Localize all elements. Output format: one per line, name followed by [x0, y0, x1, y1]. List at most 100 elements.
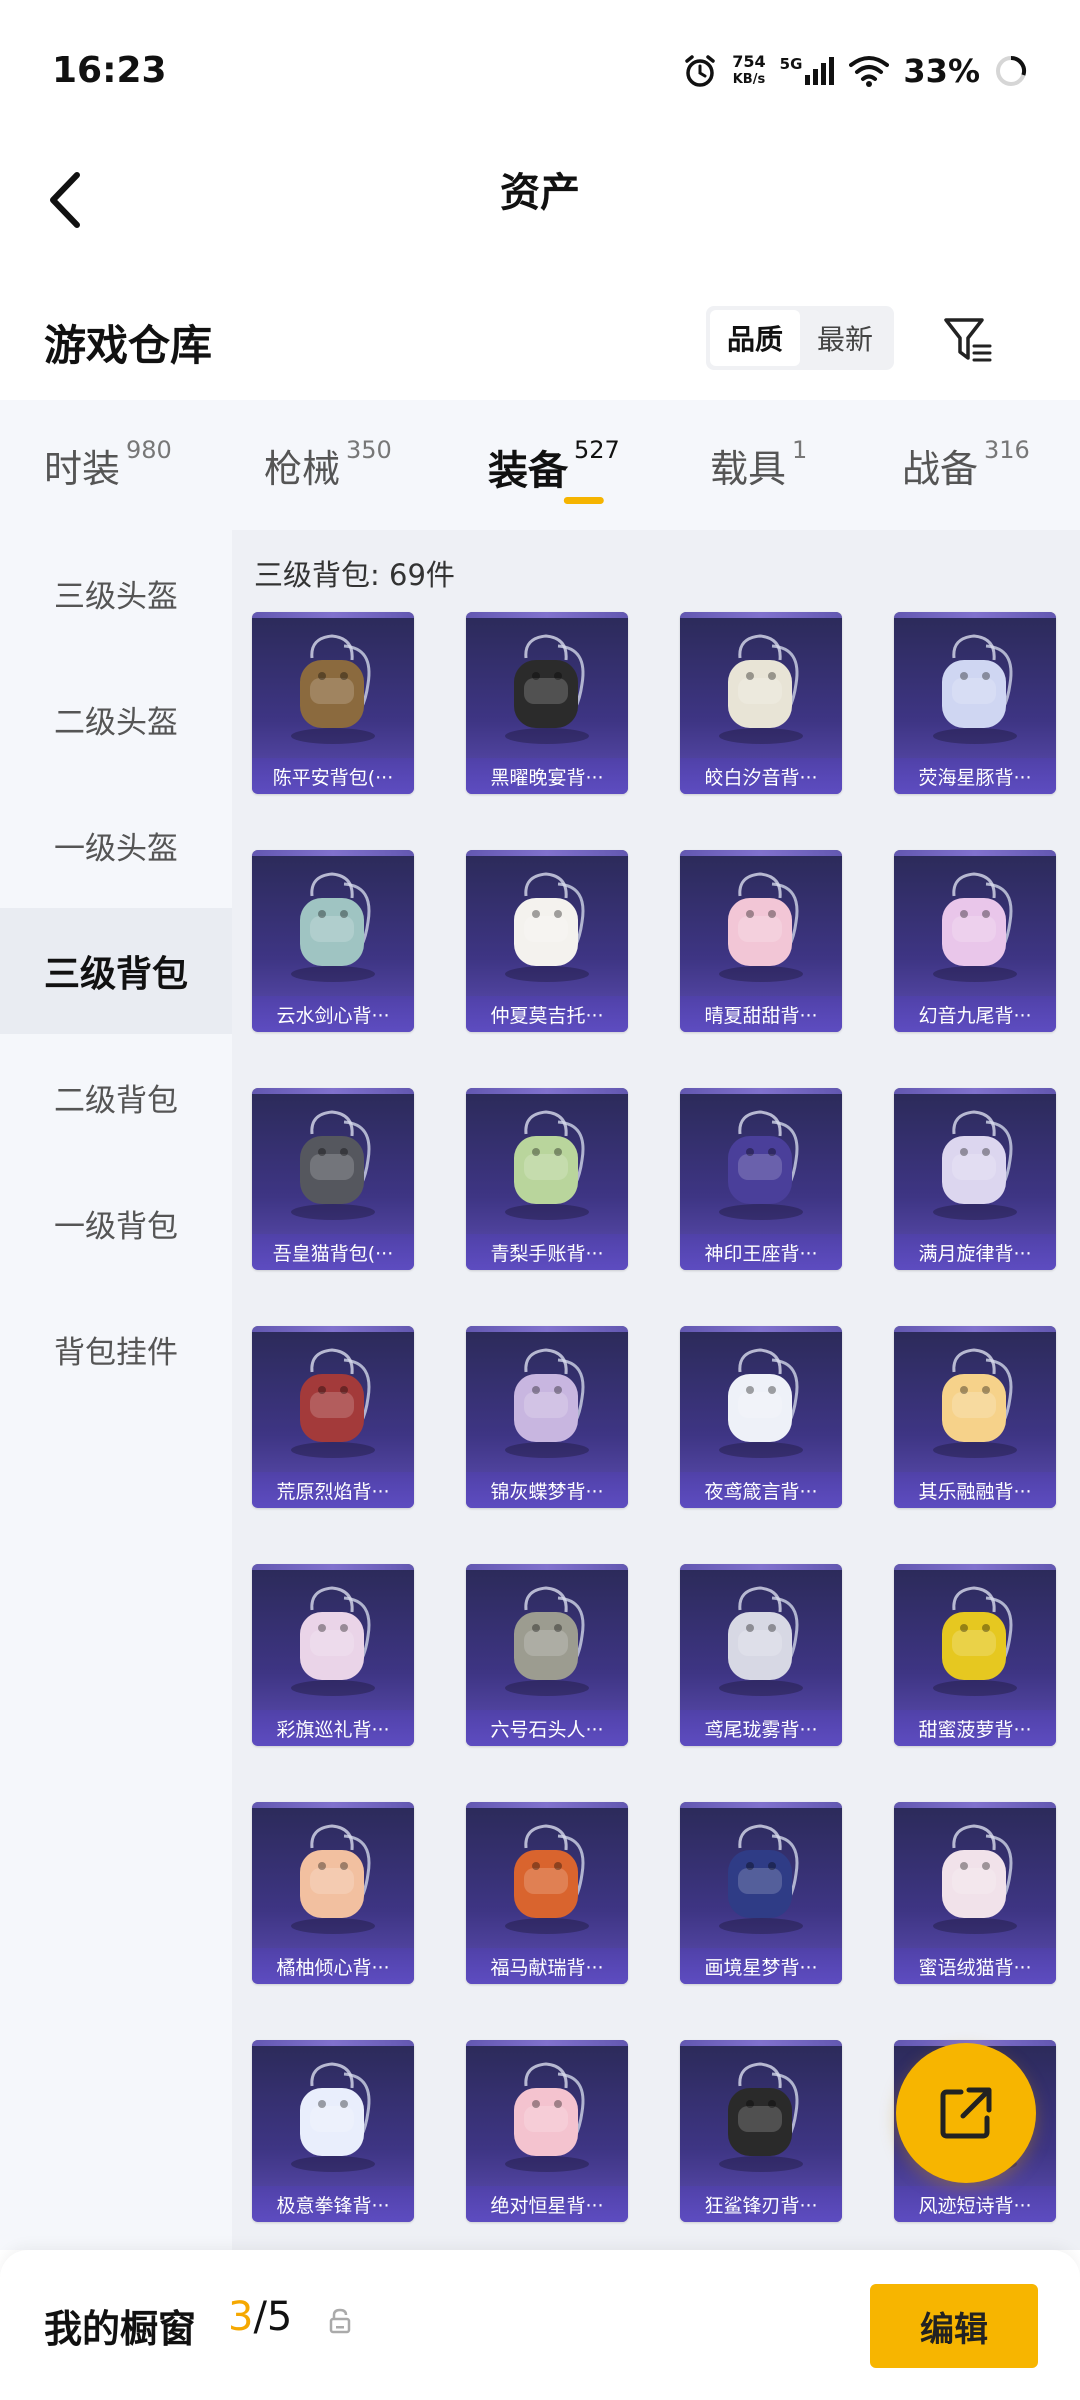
- item-card[interactable]: 锦灰蝶梦背···: [466, 1326, 628, 1508]
- sort-latest-button[interactable]: 最新: [800, 310, 890, 366]
- tab-label: 装备: [488, 448, 568, 494]
- item-card[interactable]: 荒原烈焰背···: [252, 1326, 414, 1508]
- dog-backpack-icon: [505, 634, 589, 744]
- sidebar-item-backpack-1[interactable]: 一级背包: [0, 1160, 232, 1286]
- item-card[interactable]: 蜜语绒猫背···: [894, 1802, 1056, 1984]
- status-time: 16:23: [52, 50, 167, 91]
- sidebar-item-backpack-3[interactable]: 三级背包: [0, 908, 232, 1034]
- ice-cream-backpack-icon: [933, 1348, 1017, 1458]
- item-name: 其乐融融背···: [894, 1472, 1056, 1508]
- item-card[interactable]: 神印王座背···: [680, 1088, 842, 1270]
- alarm-icon: [685, 55, 715, 87]
- item-name: 蜜语绒猫背···: [894, 1948, 1056, 1984]
- item-card[interactable]: 陈平安背包(···: [252, 612, 414, 794]
- tab-count: 350: [346, 436, 392, 464]
- category-tabs: 时装 980 枪械 350 装备 527 载具 1 战备 316: [0, 400, 1080, 530]
- item-name: 橘柚倾心背···: [252, 1948, 414, 1984]
- wifi-icon: [849, 56, 890, 87]
- lock-icon: [329, 2308, 351, 2334]
- item-card[interactable]: 黑曜晚宴背···: [466, 612, 628, 794]
- item-card[interactable]: 仲夏莫吉托···: [466, 850, 628, 1032]
- pear-backpack-icon: [505, 1110, 589, 1220]
- item-name: 仲夏莫吉托···: [466, 996, 628, 1032]
- tab-vehicles[interactable]: 载具 1: [710, 400, 902, 530]
- item-grid: 陈平安背包(··· 黑曜晚宴背··· 皎白汐音背··· 荧海星豚背··· 云水剑心背··…: [252, 612, 1072, 2222]
- item-name: 青梨手账背···: [466, 1234, 628, 1270]
- item-card[interactable]: 甜蜜菠萝背···: [894, 1564, 1056, 1746]
- network-gen: 5G: [779, 55, 803, 73]
- tab-label: 枪械: [264, 447, 341, 491]
- item-name: 狂鲨锋刃背···: [680, 2186, 842, 2222]
- share-button[interactable]: [896, 2043, 1036, 2183]
- tab-count: 980: [126, 436, 172, 464]
- popcorn-backpack-icon: [505, 2062, 589, 2172]
- item-card[interactable]: 夜鸢箴言背···: [680, 1326, 842, 1508]
- sidebar-item-helmet-2[interactable]: 二级头盔: [0, 656, 232, 782]
- tab-fashion[interactable]: 时装 980: [44, 400, 264, 530]
- item-card[interactable]: 狂鲨锋刃背···: [680, 2040, 842, 2222]
- tab-count: 316: [984, 436, 1030, 464]
- item-name: 画境星梦背···: [680, 1948, 842, 1984]
- item-content-panel: 三级背包: 69件 陈平安背包(··· 黑曜晚宴背··· 皎白汐音背··· 荧海星豚背…: [232, 530, 1080, 2250]
- item-card[interactable]: 极意拳锋背···: [252, 2040, 414, 2222]
- item-card[interactable]: 画境星梦背···: [680, 1802, 842, 1984]
- item-card[interactable]: 皎白汐音背···: [680, 612, 842, 794]
- item-name: 锦灰蝶梦背···: [466, 1472, 628, 1508]
- item-card[interactable]: 荧海星豚背···: [894, 612, 1056, 794]
- filter-button[interactable]: [938, 310, 998, 370]
- sidebar-item-helmet-3[interactable]: 三级头盔: [0, 530, 232, 656]
- tab-count: 1: [792, 436, 808, 464]
- warehouse-header: 游戏仓库 品质 最新: [0, 290, 1080, 400]
- item-card[interactable]: 晴夏甜甜背···: [680, 850, 842, 1032]
- sidebar-item-helmet-1[interactable]: 一级头盔: [0, 782, 232, 908]
- tab-label: 战备: [902, 447, 979, 491]
- shark-backpack-icon: [719, 2062, 803, 2172]
- iris-backpack-icon: [719, 1586, 803, 1696]
- battery-percent: 33%: [903, 52, 980, 90]
- tab-supplies[interactable]: 战备 316: [902, 400, 1052, 530]
- sidebar-item-backpack-2[interactable]: 二级背包: [0, 1034, 232, 1160]
- sub-category-sidebar: 三级头盔 二级头盔 一级头盔 三级背包 二级背包 一级背包 背包挂件: [0, 530, 232, 2250]
- item-card[interactable]: 云水剑心背···: [252, 850, 414, 1032]
- sort-toggle: 品质 最新: [706, 306, 894, 370]
- item-card[interactable]: 绝对恒星背···: [466, 2040, 628, 2222]
- throne-backpack-icon: [719, 1110, 803, 1220]
- warehouse-title: 游戏仓库: [44, 321, 213, 370]
- sidebar-item-backpack-charm[interactable]: 背包挂件: [0, 1286, 232, 1412]
- item-card[interactable]: 福马献瑞背···: [466, 1802, 628, 1984]
- item-card[interactable]: 六号石头人···: [466, 1564, 628, 1746]
- item-card[interactable]: 吾皇猫背包(···: [252, 1088, 414, 1270]
- tab-firearms[interactable]: 枪械 350: [264, 400, 488, 530]
- item-card[interactable]: 鸢尾珑雾背···: [680, 1564, 842, 1746]
- showcase-bar: 我的橱窗 3/5 编辑: [0, 2250, 1080, 2400]
- sort-quality-button[interactable]: 品质: [710, 310, 800, 366]
- tab-label: 时装: [44, 447, 121, 491]
- item-name: 福马献瑞背···: [466, 1948, 628, 1984]
- tab-equipment[interactable]: 装备 527: [488, 400, 710, 530]
- nav-bar: 资产: [0, 140, 1080, 260]
- bamboo-basket-backpack-icon: [291, 634, 375, 744]
- fist-backpack-icon: [291, 2062, 375, 2172]
- filter-icon: [944, 318, 992, 362]
- battery-ring-icon: [996, 55, 1026, 86]
- item-card[interactable]: 幻音九尾背···: [894, 850, 1056, 1032]
- section-title: 三级背包: 69件: [254, 558, 455, 592]
- item-card[interactable]: 彩旗巡礼背···: [252, 1564, 414, 1746]
- edit-button[interactable]: 编辑: [870, 2284, 1038, 2368]
- item-card[interactable]: 橘柚倾心背···: [252, 1802, 414, 1984]
- page-title: 资产: [500, 170, 580, 216]
- item-card[interactable]: 满月旋律背···: [894, 1088, 1056, 1270]
- item-card[interactable]: 其乐融融背···: [894, 1326, 1056, 1508]
- flower-backpack-icon: [719, 1348, 803, 1458]
- tab-count: 527: [574, 436, 620, 464]
- item-name: 风迹短诗背···: [894, 2186, 1056, 2222]
- item-name: 鸢尾珑雾背···: [680, 1710, 842, 1746]
- moon-backpack-icon: [933, 1110, 1017, 1220]
- item-card[interactable]: 青梨手账背···: [466, 1088, 628, 1270]
- item-name: 绝对恒星背···: [466, 2186, 628, 2222]
- tab-label: 载具: [710, 447, 787, 491]
- status-icons: 754 KB/s 5G 33%: [682, 48, 1028, 94]
- flame-backpack-icon: [291, 1348, 375, 1458]
- item-name: 晴夏甜甜背···: [680, 996, 842, 1032]
- item-name: 荒原烈焰背···: [252, 1472, 414, 1508]
